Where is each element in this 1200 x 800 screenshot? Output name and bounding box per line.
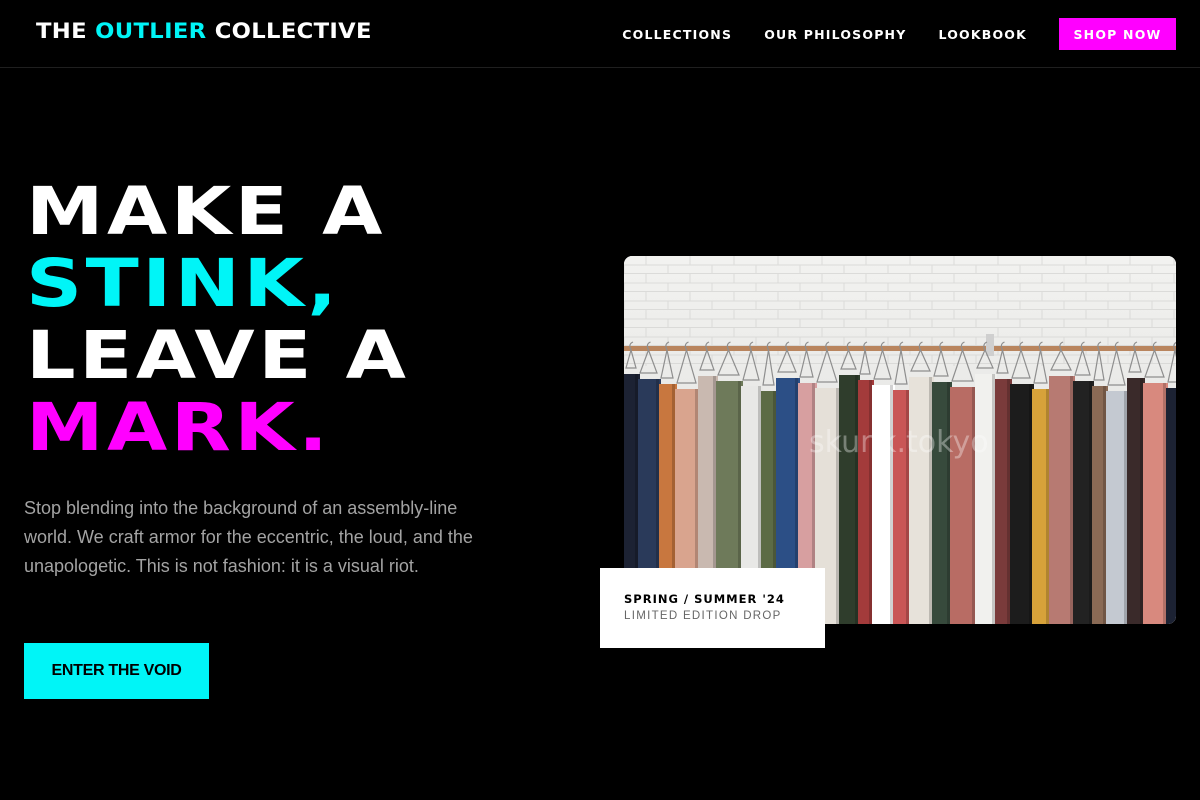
shop-now-button[interactable]: SHOP NOW	[1059, 18, 1176, 50]
headline-line-3: LEAVE A	[26, 317, 410, 394]
hero-description: Stop blending into the background of an …	[24, 498, 473, 576]
collection-caption-card: SPRING / SUMMER '24 LIMITED EDITION DROP	[600, 568, 825, 648]
nav-link-collections[interactable]: COLLECTIONS	[622, 27, 732, 42]
enter-the-void-button[interactable]: ENTER THE VOID	[24, 643, 209, 699]
logo-word-collective: COLLECTIVE	[214, 19, 372, 43]
hero-headline: MAKE A STINK, LEAVE A MARK.	[26, 176, 409, 464]
main-nav: COLLECTIONS OUR PHILOSOPHY LOOKBOOK SHOP…	[590, 0, 1176, 68]
photo-watermark: skunk.tokyo	[809, 425, 989, 460]
nav-link-lookbook[interactable]: LOOKBOOK	[938, 27, 1027, 42]
nav-link-philosophy[interactable]: OUR PHILOSOPHY	[764, 27, 906, 42]
caption-title: SPRING / SUMMER '24	[624, 592, 785, 606]
headline-line-1: MAKE A	[26, 173, 386, 250]
brand-logo[interactable]: THE OUTLIER COLLECTIVE	[36, 19, 372, 43]
site-header: THE OUTLIER COLLECTIVE COLLECTIONS OUR P…	[0, 0, 1200, 68]
logo-word-the: THE	[36, 19, 87, 43]
headline-line-2: STINK,	[26, 245, 341, 322]
caption-subtitle: LIMITED EDITION DROP	[624, 610, 782, 622]
logo-word-outlier: OUTLIER	[95, 19, 207, 43]
headline-line-4: MARK.	[26, 389, 332, 466]
